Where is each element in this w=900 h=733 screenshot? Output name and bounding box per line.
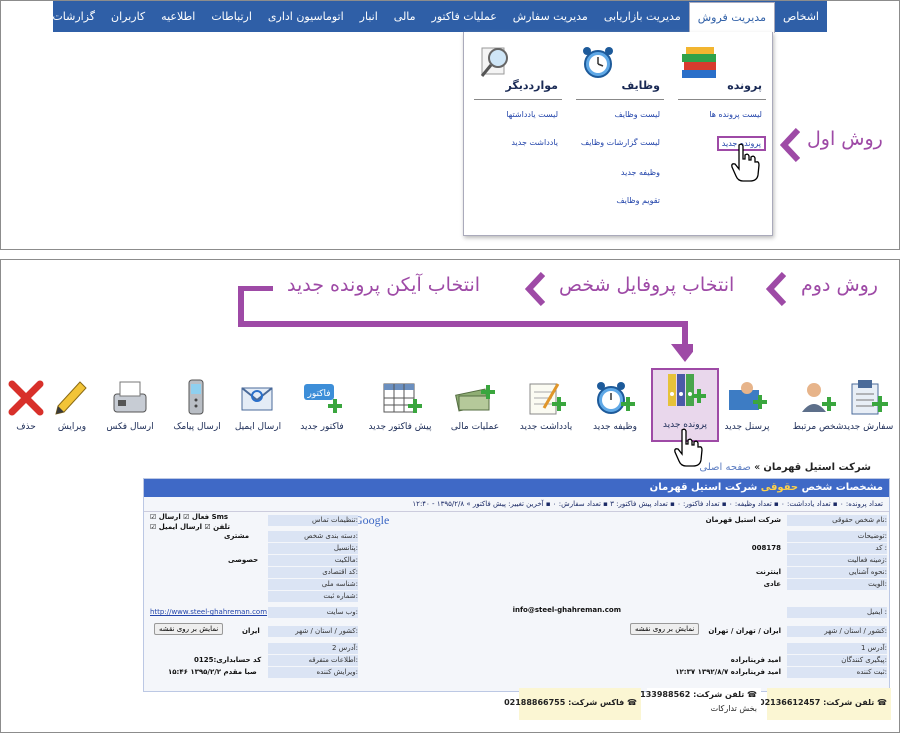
editor-value: صبا مقدم ۱۳۹۵/۲/۲ ۱۵:۴۶ <box>168 668 257 676</box>
note-list-link[interactable]: لیست یادداشتها <box>506 110 558 119</box>
toolbar-label: شخص مرتبط <box>792 422 844 432</box>
sales-dropdown: پرونده لیست پرونده ها پرونده جدید وظایف … <box>463 32 773 236</box>
email-value[interactable]: info@steel-ghahreman.com <box>513 605 621 616</box>
menu-item-sales[interactable]: مدیریت فروش <box>688 1 775 33</box>
invoice-icon: فاکتور <box>304 384 342 413</box>
chevron-left-icon <box>780 128 800 162</box>
magnifier-icon <box>480 47 508 77</box>
alarm-clock-icon <box>583 47 613 78</box>
menu-item-automation[interactable]: اتوماسیون اداری <box>260 1 352 32</box>
new-note-link[interactable]: یادداشت جدید <box>511 138 558 147</box>
menu-item-announcements[interactable]: اطلاعیه <box>153 1 203 32</box>
followers-value: امید فرینابراده <box>730 656 781 664</box>
mobile-icon <box>188 379 204 415</box>
toolbar-new-proforma[interactable]: پیش فاکتور جدید <box>369 378 431 444</box>
profile-form: مشخصات شخص حقوقی شرکت استیل قهرمان تعداد… <box>143 478 890 692</box>
other-column-title: مواردديگر <box>505 79 558 92</box>
tasks-column: وظایف لیست وظایف لیست گزارشات وظایف وظیف… <box>576 40 664 236</box>
file-binder-icon <box>668 374 706 406</box>
order-icon <box>851 380 888 415</box>
tasks-column-title: وظایف <box>621 79 660 92</box>
person-add-icon <box>802 383 836 412</box>
toolbar-new-invoice[interactable]: فاکتور فاکتور جدید <box>291 378 353 444</box>
map-button[interactable]: نمایش بر روی نقشه <box>630 623 700 635</box>
toolbar-label: حذف <box>16 422 36 432</box>
files-column: پرونده لیست پرونده ها پرونده جدید <box>678 40 766 236</box>
main-menu-bar: اشخاص مدیریت فروش مدیریت بازاریابی مدیری… <box>52 1 827 33</box>
toolbar-label: یادداشت جدید <box>519 422 573 432</box>
category-value: مشتری <box>224 532 250 540</box>
email-icon <box>241 387 273 411</box>
fax-icon <box>113 381 147 413</box>
task-calendar-link[interactable]: تقویم وظایف <box>616 196 660 205</box>
breadcrumb-home[interactable]: صفحه اصلی <box>699 462 750 473</box>
website-link[interactable]: http://www.steel-ghahreman.com <box>150 607 267 618</box>
task-list-link[interactable]: لیست وظایف <box>614 110 660 119</box>
toolbar-new-task[interactable]: وظیفه جدید <box>584 378 646 444</box>
breadcrumb-current: شرکت استیل قهرمان <box>763 462 871 473</box>
acquaintance-value: اینترنت <box>755 568 781 576</box>
menu-item-communications[interactable]: ارتباطات <box>203 1 260 32</box>
toolbar-related-person[interactable]: شخص مرتبط <box>787 378 849 444</box>
method2-panel: روش دوم انتخاب پروفایل شخص انتخاب آیکن پ… <box>0 259 900 733</box>
staff-icon <box>729 382 767 410</box>
priority-value: عادی <box>763 580 781 588</box>
hand-cursor-icon <box>731 143 760 182</box>
menu-item-orders[interactable]: مدیریت سفارش <box>505 1 596 32</box>
google-logo: Google <box>354 513 390 527</box>
phone-box: تلفن شرکت: 02133988562 ☎ بخش تدارکات <box>629 688 761 720</box>
money-icon <box>455 385 495 412</box>
check-phone[interactable]: ☑ تلفن ☑ ارسال ایمیل <box>150 522 230 533</box>
method2-label: روش دوم <box>801 274 878 296</box>
profile-counts: تعداد پرونده: ۰ ▪ تعداد یادداشت: ۰ ▪ تعد… <box>144 497 889 512</box>
chevron-left-icon <box>766 272 786 306</box>
table-icon <box>383 383 422 413</box>
svg-text:فاکتور: فاکتور <box>306 389 330 399</box>
profile-header: مشخصات شخص حقوقی شرکت استیل قهرمان <box>144 479 889 497</box>
menu-item-finance[interactable]: مالی <box>386 1 424 32</box>
method1-panel: اشخاص مدیریت فروش مدیریت بازاریابی مدیری… <box>0 0 900 250</box>
menu-item-users[interactable]: کاربران <box>103 1 153 32</box>
alarm-clock-icon <box>597 382 635 414</box>
code-value: 008178 <box>751 544 781 552</box>
fax-box: فاکس شرکت: 02188866755 ☎ <box>504 688 641 720</box>
task-reports-link[interactable]: لیست گزارشات وظایف <box>581 138 660 147</box>
toolbar-financial-operations[interactable]: عملیات مالی <box>444 378 506 444</box>
toolbar-send-sms[interactable]: ارسال پیامک <box>166 378 228 444</box>
registrar-value: امید فرینابراده ۱۳۹۲/۸/۷ ۱۲:۳۷ <box>675 668 781 676</box>
connector-arrow <box>238 286 693 362</box>
location-value: ایران / تهران / تهران <box>708 627 781 635</box>
toolbar-new-staff[interactable]: پرسنل جدید <box>716 378 778 444</box>
toolbar-send-email[interactable]: ارسال ایمیل <box>227 378 289 444</box>
company-name-value: شرکت استیل قهرمان <box>705 516 781 524</box>
country-value: ایران <box>242 627 260 635</box>
toolbar-delete[interactable]: حذف <box>0 378 57 444</box>
toolbar-new-note[interactable]: یادداشت جدید <box>515 378 577 444</box>
file-list-link[interactable]: لیست پرونده ها <box>709 110 762 119</box>
new-task-link[interactable]: وظیفه جدید <box>621 168 660 177</box>
toolbar-send-fax[interactable]: ارسال فکس <box>99 378 161 444</box>
files-column-title: پرونده <box>727 79 762 92</box>
ownership-value: حصوصی <box>228 556 259 564</box>
toolbar-label: پیش فاکتور جدید <box>368 422 432 432</box>
toolbar-label: عملیات مالی <box>450 422 500 432</box>
method1-label: روش اول <box>807 128 883 150</box>
menu-item-warehouse[interactable]: انبار <box>352 1 386 32</box>
other-column: مواردديگر لیست یادداشتها یادداشت جدید <box>474 40 562 236</box>
accounting-code-value: کد حسابداری:0125 <box>194 656 262 664</box>
note-icon <box>529 383 566 415</box>
menu-item-marketing[interactable]: مدیریت بازاریابی <box>596 1 689 32</box>
menu-item-reports[interactable]: گزارشات <box>44 1 103 32</box>
menu-item-persons[interactable]: اشخاص <box>775 1 827 32</box>
books-icon <box>682 47 716 78</box>
breadcrumb: شرکت استیل قهرمان » صفحه اصلی <box>699 462 871 473</box>
phone-box: تلفن شرکت: 02136612457 ☎ <box>759 688 891 720</box>
delete-icon <box>8 380 44 416</box>
map-button[interactable]: نمایش بر روی نقشه <box>154 623 224 635</box>
menu-item-invoices[interactable]: عملیات فاکتور <box>424 1 505 32</box>
